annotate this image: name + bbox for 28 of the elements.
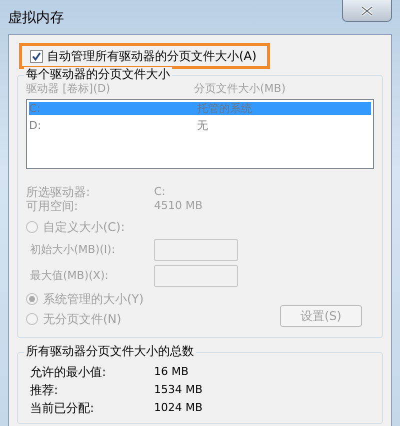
column-header: 驱动器 [卷标](D) xyxy=(26,82,112,96)
checkbox[interactable] xyxy=(30,50,43,62)
group-title: 所有驱动器分页文件大小的总数 xyxy=(24,344,196,359)
close-button[interactable] xyxy=(342,0,392,22)
info-label: 所选驱动器: xyxy=(26,185,92,199)
total-label: 推荐: xyxy=(30,383,60,397)
info-label: 可用空间: xyxy=(26,199,80,213)
field-label: 初始大小(MB)(I): xyxy=(30,243,116,257)
radio-label: 无分页文件(N) xyxy=(43,312,122,326)
info-value: 4510 MB xyxy=(154,199,204,213)
radio-label: 自定义大小(C): xyxy=(43,220,125,234)
radio-label: 系统管理的大小(Y) xyxy=(43,292,144,306)
total-label: 当前已分配: xyxy=(30,401,96,415)
drive-cell-text: C: xyxy=(29,102,42,115)
total-value: 1024 MB xyxy=(154,401,204,415)
total-value: 16 MB xyxy=(154,365,190,379)
total-label: 允许的最小值: xyxy=(30,365,108,379)
column-header: 分页文件大小(MB) xyxy=(194,82,287,96)
window-title: 虚拟内存 xyxy=(8,9,64,27)
size-cell-text: 托管的系统 xyxy=(197,102,253,115)
field-label: 最大值(MB)(X): xyxy=(30,269,110,283)
total-value: 1534 MB xyxy=(154,383,204,397)
close-icon xyxy=(361,6,373,16)
group-title: 每个驱动器的分页文件大小 xyxy=(24,67,172,82)
size-cell-text: 无 xyxy=(197,119,209,132)
info-value: C: xyxy=(154,185,166,199)
checkbox-label: 自动管理所有驱动器的分页文件大小(A) xyxy=(47,49,257,63)
drive-cell-text: D: xyxy=(29,119,42,132)
